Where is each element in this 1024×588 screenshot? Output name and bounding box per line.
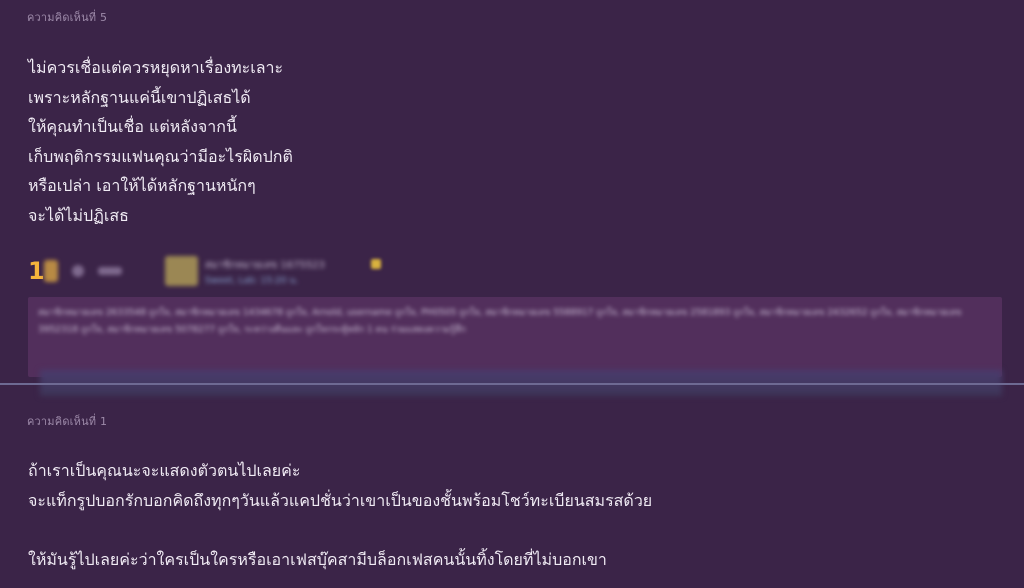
comment-timestamp: Sweet, Lab: 15:20 น. — [205, 276, 299, 286]
badge-icon — [371, 259, 381, 269]
vote-count: 1 — [28, 257, 45, 285]
emotion-icon[interactable] — [72, 265, 84, 277]
vote-plus-icon[interactable] — [44, 260, 58, 282]
comment-1: ความคิดเห็นที่ 1 ถ้าเราเป็นคุณนะจะแสดงตั… — [0, 394, 1024, 588]
comment-number-label: ความคิดเห็นที่ 1 — [27, 415, 108, 428]
comment-body: ถ้าเราเป็นคุณนะจะแสดงตัวตนไปเลยค่ะ จะแท็… — [28, 461, 653, 569]
comment-divider — [0, 383, 1024, 385]
comment-body: ไม่ควรเชื่อแต่ควรหยุดหาเรื่องทะเลาะ เพรา… — [28, 58, 293, 225]
author-name[interactable]: สมาชิกหมายเลข 1675523 — [205, 258, 375, 273]
reactions-list: สมาชิกหมายเลข 2633548 ถูกใจ, สมาชิกหมายเ… — [38, 308, 962, 335]
reply-icon[interactable] — [98, 267, 122, 275]
comment-actions: 1 — [28, 255, 122, 287]
avatar[interactable] — [165, 256, 198, 286]
comment-5: ความคิดเห็นที่ 5 ไม่ควรเชื่อแต่ควรหยุดหา… — [0, 0, 1024, 396]
reactions-panel: สมาชิกหมายเลข 2633548 ถูกใจ, สมาชิกหมายเ… — [28, 297, 1002, 377]
comment-number-label: ความคิดเห็นที่ 5 — [27, 11, 108, 24]
